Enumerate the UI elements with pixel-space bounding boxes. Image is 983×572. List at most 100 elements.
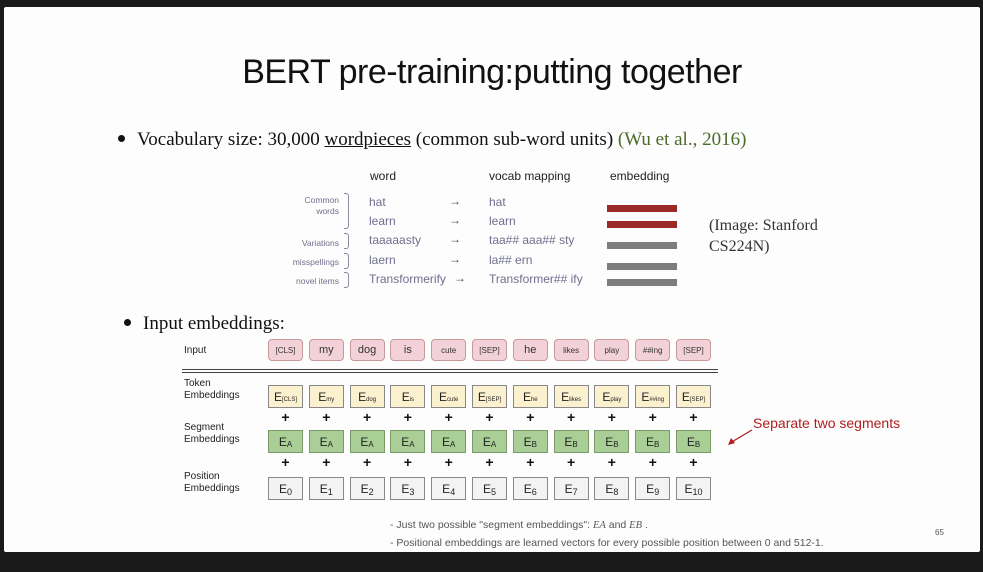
plus-icon: + [567, 409, 576, 425]
token-embedding: Ecute [431, 385, 467, 408]
red-arrow-icon [728, 429, 753, 445]
vocab-word: hat [369, 195, 386, 209]
slide-title: BERT pre-training:putting together [242, 53, 742, 91]
bullet-vocabulary: Vocabulary size: 30,000 wordpieces (comm… [118, 129, 746, 151]
plus-icon: + [689, 454, 698, 470]
token-embedding: Edog [349, 385, 385, 408]
segment-embedding: EB [594, 430, 630, 453]
row-label-position: Position Embeddings [184, 471, 240, 494]
plus-icon: + [444, 454, 453, 470]
arrow-icon: → [449, 213, 461, 227]
image-credit: (Image: Stanford CS224N) [709, 217, 818, 255]
bullet-vocab-prefix: Vocabulary size: 30,000 [137, 129, 325, 150]
header-vocab-mapping: vocab mapping [489, 169, 571, 183]
vocab-mapping: hat [489, 195, 506, 209]
vocab-mapping: la## ern [489, 253, 533, 267]
plus-icon: + [567, 454, 576, 470]
bullet-vocab-wordpieces: wordpieces [324, 129, 412, 150]
citation-wu: (Wu et al., 2016) [617, 129, 747, 150]
arrow-icon: → [449, 194, 461, 208]
token-embedding: Eplay [594, 385, 630, 408]
header-embedding: embedding [610, 169, 670, 183]
label-common-words: Common words [304, 195, 339, 216]
vocab-word: taaaaasty [369, 233, 422, 247]
input-token: he [512, 339, 548, 361]
position-embedding: E 10 [676, 477, 711, 500]
embedding-bar [607, 221, 677, 228]
embedding-bar [607, 279, 677, 286]
plus-icon: + [648, 409, 657, 425]
plus-icon: + [281, 409, 290, 425]
segment-embedding: EA [268, 430, 303, 453]
embedding-bar [607, 242, 677, 249]
vocab-mapping: Transformer## ify [489, 272, 583, 286]
plus-icon: + [485, 409, 494, 425]
header-word: word [370, 169, 397, 183]
position-embedding: E5 [472, 477, 507, 500]
plus-icon: + [444, 409, 453, 425]
position-embedding: E8 [594, 477, 630, 500]
vocab-mapping: learn [489, 214, 516, 228]
bullet-input-embeddings: Input embeddings: [124, 313, 285, 335]
input-token: [SEP] [676, 339, 711, 361]
token-embedding: Emy [308, 385, 344, 408]
segment-embedding: EB [635, 430, 671, 453]
vocab-mapping: taa## aaa## sty [489, 233, 575, 247]
input-token: [SEP] [472, 339, 507, 361]
plus-icon: + [322, 454, 331, 470]
segment-embedding: EA [349, 430, 385, 453]
label-misspellings: misspellings [292, 257, 339, 267]
bullet-dot [124, 319, 131, 327]
note-segment: - Just two possible "segment embeddings"… [390, 519, 648, 531]
separate-segments-note: Separate two segments [753, 415, 901, 431]
token-embedding: Ehe [512, 385, 548, 408]
token-embedding: Elikes [553, 385, 589, 408]
segment-embedding: EA [390, 430, 426, 453]
plus-icon: + [281, 454, 290, 470]
vocab-word: Transformerify [369, 272, 446, 286]
segment-embedding: EB [512, 430, 548, 453]
plus-icon: + [363, 409, 372, 425]
position-embedding: E1 [308, 477, 344, 500]
input-token: dog [349, 339, 385, 361]
embedding-bar [607, 205, 677, 212]
token-embedding: Eis [390, 385, 426, 408]
plus-icon: + [485, 454, 494, 470]
plus-icon: + [363, 454, 372, 470]
position-embedding: E9 [635, 477, 671, 500]
plus-icon: + [403, 409, 412, 425]
segment-embedding: EA [431, 430, 467, 453]
token-embedding: E [CLS] [268, 385, 303, 408]
token-embedding: E [SEP] [472, 385, 507, 408]
segment-embedding: EB [676, 430, 711, 453]
bracket-common [344, 193, 349, 229]
bracket-variations [344, 233, 349, 249]
position-embedding: E3 [390, 477, 426, 500]
segment-embedding: EA [472, 430, 507, 453]
plus-icon: + [526, 454, 535, 470]
segment-embedding: EA [308, 430, 344, 453]
bullet-dot [118, 135, 125, 143]
plus-icon: + [526, 409, 535, 425]
divider [182, 372, 718, 373]
plus-icon: + [607, 409, 616, 425]
position-embedding: E2 [349, 477, 385, 500]
arrow-icon: → [454, 271, 466, 285]
bullet-vocab-middle: (common sub-word units) [411, 129, 618, 150]
arrow-icon: → [449, 232, 461, 246]
bracket-misspellings [344, 253, 349, 269]
row-label-token: Token Embeddings [184, 378, 240, 401]
bracket-novel [344, 272, 349, 288]
row-label-segment: Segment Embeddings [184, 422, 240, 445]
input-token: is [390, 339, 426, 361]
vocab-word: learn [369, 214, 396, 228]
page-number: 65 [935, 528, 944, 537]
position-embedding: E4 [431, 477, 467, 500]
plus-icon: + [648, 454, 657, 470]
divider [182, 369, 718, 370]
note-positional: - Positional embeddings are learned vect… [390, 537, 824, 549]
vocab-word: laern [369, 253, 396, 267]
bullet-input-text: Input embeddings: [143, 313, 285, 334]
input-token: cute [431, 339, 467, 361]
plus-icon: + [322, 409, 331, 425]
